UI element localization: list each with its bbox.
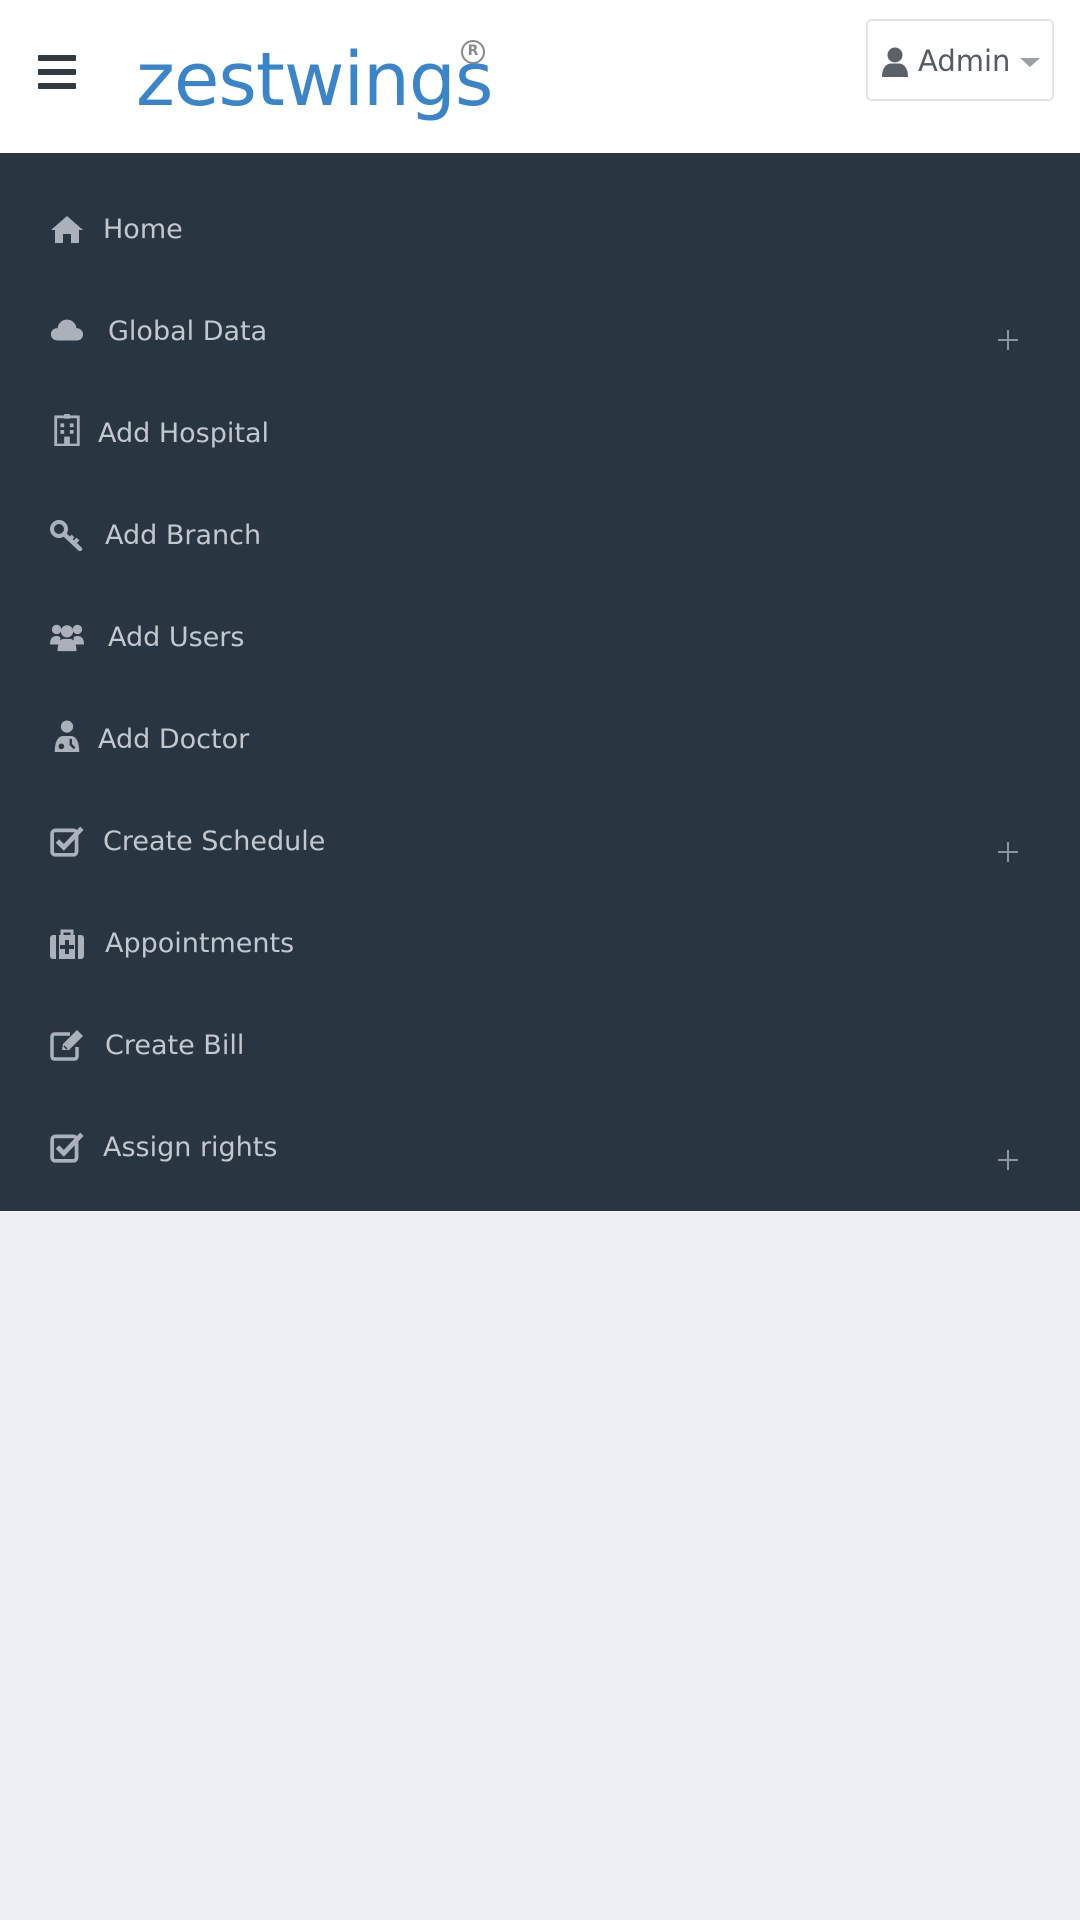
- checkbox-icon: [50, 1132, 84, 1163]
- user-icon: [882, 47, 908, 77]
- sidebar-item-assign-rights[interactable]: Assign rights: [0, 1097, 1080, 1199]
- sidebar-item-label: Add Doctor: [98, 724, 250, 755]
- sidebar-item-create-schedule[interactable]: Create Schedule: [0, 791, 1080, 893]
- sidebar-item-home[interactable]: Home: [0, 179, 1080, 281]
- registered-mark: R: [461, 40, 485, 64]
- sidebar-item-add-hospital[interactable]: Add Hospital: [0, 383, 1080, 485]
- zestwings-logo[interactable]: zestwings R: [136, 30, 496, 130]
- home-icon: [51, 216, 83, 243]
- edit-icon: [50, 1030, 83, 1061]
- expand-plus-icon[interactable]: [998, 1150, 1018, 1170]
- sidebar-item-add-users[interactable]: Add Users: [0, 587, 1080, 689]
- sidebar-item-add-branch[interactable]: Add Branch: [0, 485, 1080, 587]
- caret-down-icon[interactable]: [1020, 58, 1040, 67]
- logo-text: zestwings: [136, 37, 493, 123]
- sidebar-item-label: Add Users: [108, 622, 245, 653]
- medkit-icon: [50, 929, 84, 959]
- top-header: zestwings R Admin: [0, 0, 1080, 153]
- key-icon: [50, 520, 83, 551]
- expand-plus-icon[interactable]: [998, 842, 1018, 862]
- sidebar-item-appointments[interactable]: Appointments: [0, 893, 1080, 995]
- sidebar-item-global-data[interactable]: Global Data: [0, 281, 1080, 383]
- sidebar-item-label: Global Data: [108, 316, 268, 347]
- sidebar-item-label: Create Bill: [105, 1030, 245, 1061]
- sidebar-item-add-doctor[interactable]: Add Doctor: [0, 689, 1080, 791]
- main-content-area: [0, 1211, 1080, 1920]
- user-dropdown[interactable]: Admin: [866, 19, 1054, 101]
- sidebar-item-label: Appointments: [105, 928, 295, 959]
- expand-plus-icon[interactable]: [998, 330, 1018, 350]
- checkbox-icon: [50, 826, 84, 857]
- sidebar-item-label: Add Hospital: [98, 418, 270, 449]
- sidebar-nav: Home Global Data Add Hospital Add Branch…: [0, 153, 1080, 1211]
- doctor-icon: [54, 720, 80, 752]
- hospital-icon: [54, 414, 80, 446]
- cloud-icon: [50, 319, 84, 341]
- user-name: Admin: [918, 44, 1011, 78]
- sidebar-item-label: Create Schedule: [103, 826, 326, 857]
- sidebar-item-label: Add Branch: [105, 520, 262, 551]
- sidebar-item-label: Assign rights: [103, 1132, 278, 1163]
- sidebar-item-label: Home: [103, 214, 183, 245]
- hamburger-menu-icon[interactable]: [38, 55, 76, 89]
- sidebar-item-create-bill[interactable]: Create Bill: [0, 995, 1080, 1097]
- users-icon: [50, 624, 84, 652]
